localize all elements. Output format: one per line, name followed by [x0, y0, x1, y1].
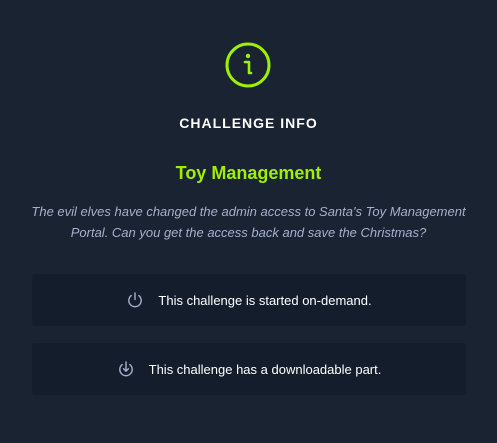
download-icon	[117, 360, 135, 378]
challenge-name: Toy Management	[175, 163, 322, 183]
section-title: CHALLENGE INFO	[179, 115, 318, 131]
on-demand-card: This challenge is started on-demand.	[32, 274, 466, 326]
on-demand-text: This challenge is started on-demand.	[158, 292, 372, 308]
info-circle-icon	[224, 41, 272, 89]
challenge-description: The evil elves have changed the admin ac…	[31, 204, 466, 240]
power-icon	[126, 291, 144, 309]
downloadable-text: This challenge has a downloadable part.	[148, 361, 382, 377]
downloadable-card: This challenge has a downloadable part.	[32, 343, 466, 395]
challenge-info-panel: CHALLENGE INFO Toy Management The evil e…	[0, 0, 497, 443]
